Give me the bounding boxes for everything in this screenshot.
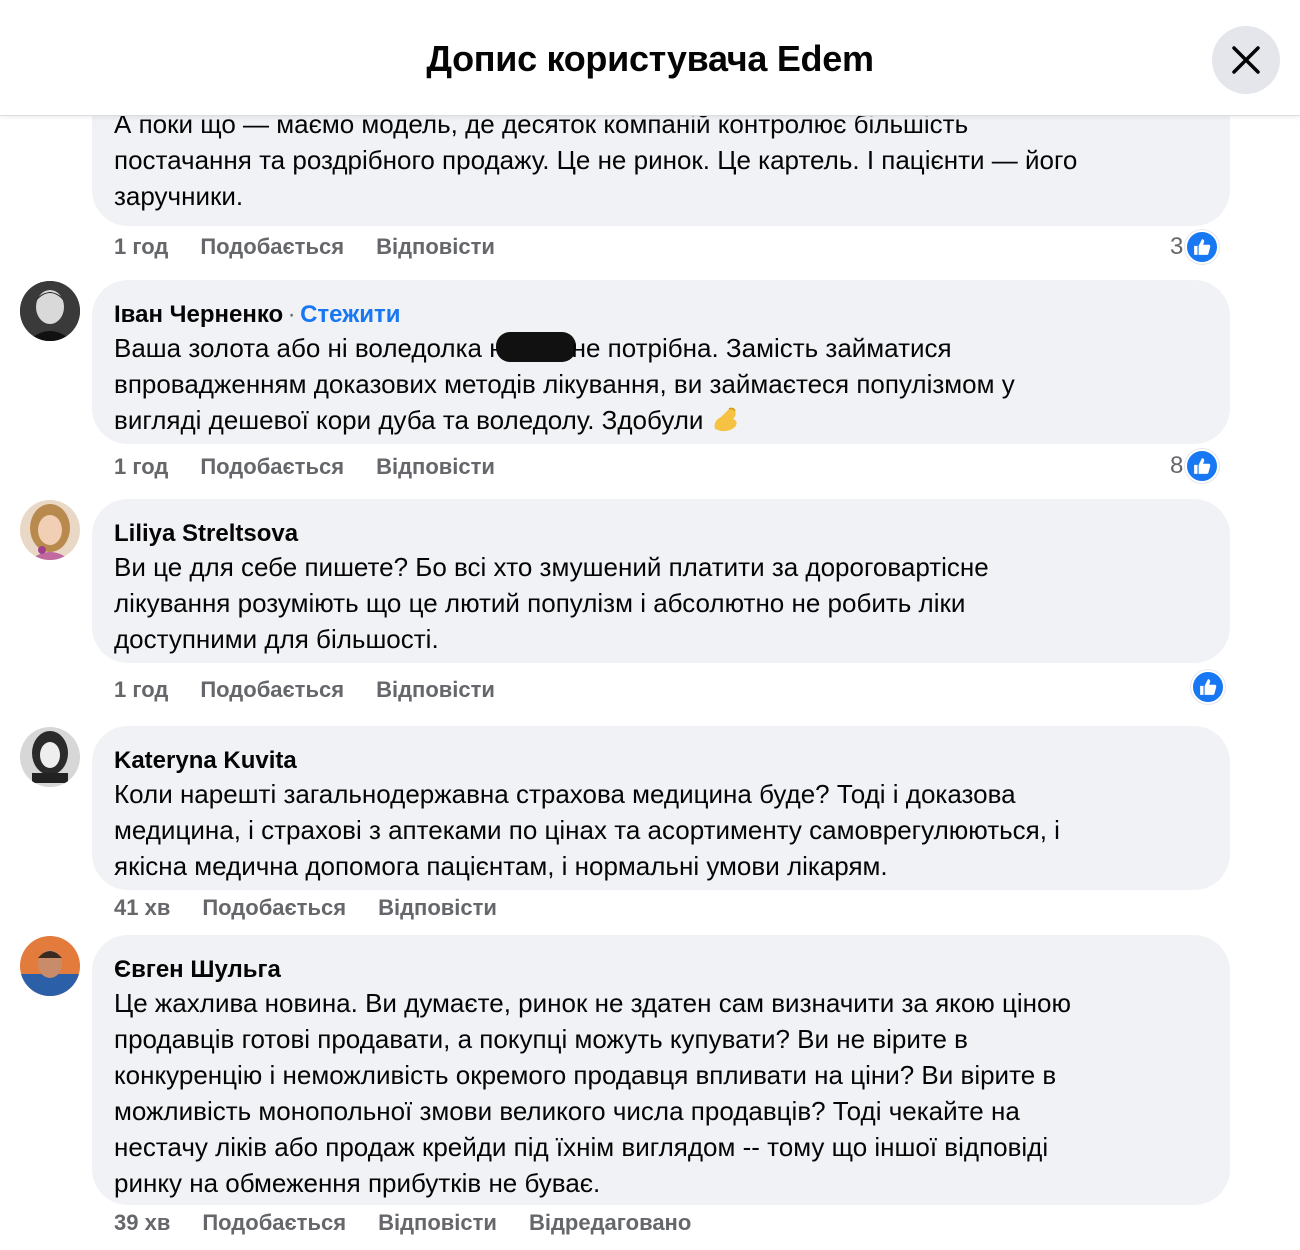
close-button[interactable] (1212, 26, 1280, 94)
comment-text: А поки що — маємо модель, де десяток ком… (114, 106, 1208, 214)
comment-header: Іван Черненко · Стежити (114, 300, 1208, 330)
comment-text-line: заручники. (114, 181, 244, 211)
reaction-count-number: 8 (1170, 452, 1184, 479)
comment-author[interactable]: Kateryna Kuvita (114, 747, 297, 774)
dialog-title: Допис користувача Edem (426, 38, 874, 79)
reaction-count[interactable]: 8 (1170, 449, 1220, 483)
comment-text-line: медицина, і страхові з аптеками по цінах… (114, 815, 1060, 845)
avatar[interactable] (20, 500, 80, 560)
avatar[interactable] (20, 281, 80, 341)
comment-bubble: Іван Черненко · Стежити Ваша золота або … (92, 280, 1230, 444)
dialog-header: Допис користувача Edem (0, 0, 1300, 116)
comment-text-line: Ваша золота або ні воледолка н не потрібн… (114, 330, 1208, 366)
comments-feed: А поки що — маємо модель, де десяток ком… (0, 0, 1300, 1250)
comment-text-line: нестачу ліків або продаж крейди під їхні… (114, 1132, 1049, 1162)
comment-meta: 39 хв Подобається Відповісти Відредагова… (114, 1210, 691, 1236)
comment-text: Це жахлива новина. Ви думаєте, ринок не … (114, 985, 1208, 1201)
like-link[interactable]: Подобається (202, 895, 346, 921)
comment-header: Kateryna Kuvita (114, 746, 1208, 776)
thumbs-up-icon (1185, 449, 1220, 483)
comment-meta: 41 хв Подобається Відповісти (114, 895, 497, 921)
comment-time[interactable]: 1 год (114, 677, 168, 703)
comment-text-line: лікування розуміють що це лютий популізм… (114, 588, 966, 618)
redaction-mark (495, 332, 576, 362)
like-link[interactable]: Подобається (202, 1210, 346, 1236)
comment-author[interactable]: Liliya Streltsova (114, 520, 298, 547)
reply-link[interactable]: Відповісти (376, 234, 495, 260)
comment-text-line: Ви це для себе пишете? Бо всі хто змушен… (114, 552, 989, 582)
comment-text-line: Коли нарешті загальнодержавна страхова м… (114, 779, 1016, 809)
comment-text: Ви це для себе пишете? Бо всі хто змушен… (114, 549, 1208, 657)
reaction-count-number: 3 (1170, 233, 1184, 260)
comment-text-line: якісна медична допомога пацієнтам, і нор… (114, 851, 888, 881)
comment-meta: 1 год Подобається Відповісти (114, 677, 495, 703)
comment-text-fragment: Ваша золота або ні воледолка н (114, 333, 504, 363)
reply-link[interactable]: Відповісти (378, 1210, 497, 1236)
like-link[interactable]: Подобається (200, 234, 344, 260)
reply-link[interactable]: Відповісти (378, 895, 497, 921)
reaction-count[interactable] (1191, 670, 1225, 704)
comment-text-fragment: не потрібна. Замість займатися (571, 333, 952, 363)
comment-author[interactable]: Іван Черненко (114, 301, 283, 328)
comment-text-fragment: вигляді дешевої кори дуба та воледолу. З… (114, 405, 704, 435)
comment-header: Liliya Streltsova (114, 519, 1208, 549)
follow-button[interactable]: Стежити (300, 301, 400, 328)
pinched-fingers-emoji-icon (711, 405, 741, 433)
comment-time[interactable]: 41 хв (114, 895, 170, 921)
comment-text-line: можливість монопольної змови великого чи… (114, 1096, 1020, 1126)
comment-time[interactable]: 1 год (114, 454, 168, 480)
comment-time[interactable]: 39 хв (114, 1210, 170, 1236)
comment-text-line: конкуренцію і неможливість окремого прод… (114, 1060, 1057, 1090)
avatar[interactable] (20, 727, 80, 787)
separator: · (287, 301, 296, 328)
thumbs-up-icon (1185, 230, 1220, 264)
comment-text-line: впровадженням доказових методів лікуванн… (114, 369, 1015, 399)
comment-text-line: постачання та роздрібного продажу. Це не… (114, 145, 1078, 175)
comment-bubble: Євген Шульга Це жахлива новина. Ви думає… (92, 935, 1230, 1205)
comment-bubble: Liliya Streltsova Ви це для себе пишете?… (92, 499, 1230, 663)
edited-label[interactable]: Відредаговано (529, 1210, 691, 1236)
comment-text-line: вигляді дешевої кори дуба та воледолу. З… (114, 402, 1208, 438)
comment-bubble: Kateryna Kuvita Коли нарешті загальнодер… (92, 726, 1230, 890)
reply-link[interactable]: Відповісти (376, 454, 495, 480)
comment-meta: 1 год Подобається Відповісти (114, 454, 495, 480)
comment-time[interactable]: 1 год (114, 234, 168, 260)
comment-meta: 1 год Подобається Відповісти (114, 234, 495, 260)
comment-text: Ваша золота або ні воледолка н не потрібн… (114, 330, 1208, 438)
comment-text: Коли нарешті загальнодержавна страхова м… (114, 776, 1208, 884)
comment-text-line: ринку на обмеження прибутків не буває. (114, 1168, 601, 1198)
comment-text-line: продавців готові продавати, а покупці мо… (114, 1024, 968, 1054)
comment-author[interactable]: Євген Шульга (114, 956, 281, 983)
reaction-count[interactable]: 3 (1170, 230, 1220, 264)
thumbs-up-icon (1191, 670, 1225, 704)
avatar[interactable] (20, 936, 80, 996)
comment-header: Євген Шульга (114, 955, 1208, 985)
close-icon (1232, 46, 1260, 74)
like-link[interactable]: Подобається (200, 677, 344, 703)
comment-text-line: Це жахлива новина. Ви думаєте, ринок не … (114, 988, 1071, 1018)
comment-text-line: доступними для більшості. (114, 624, 439, 654)
like-link[interactable]: Подобається (200, 454, 344, 480)
reply-link[interactable]: Відповісти (376, 677, 495, 703)
